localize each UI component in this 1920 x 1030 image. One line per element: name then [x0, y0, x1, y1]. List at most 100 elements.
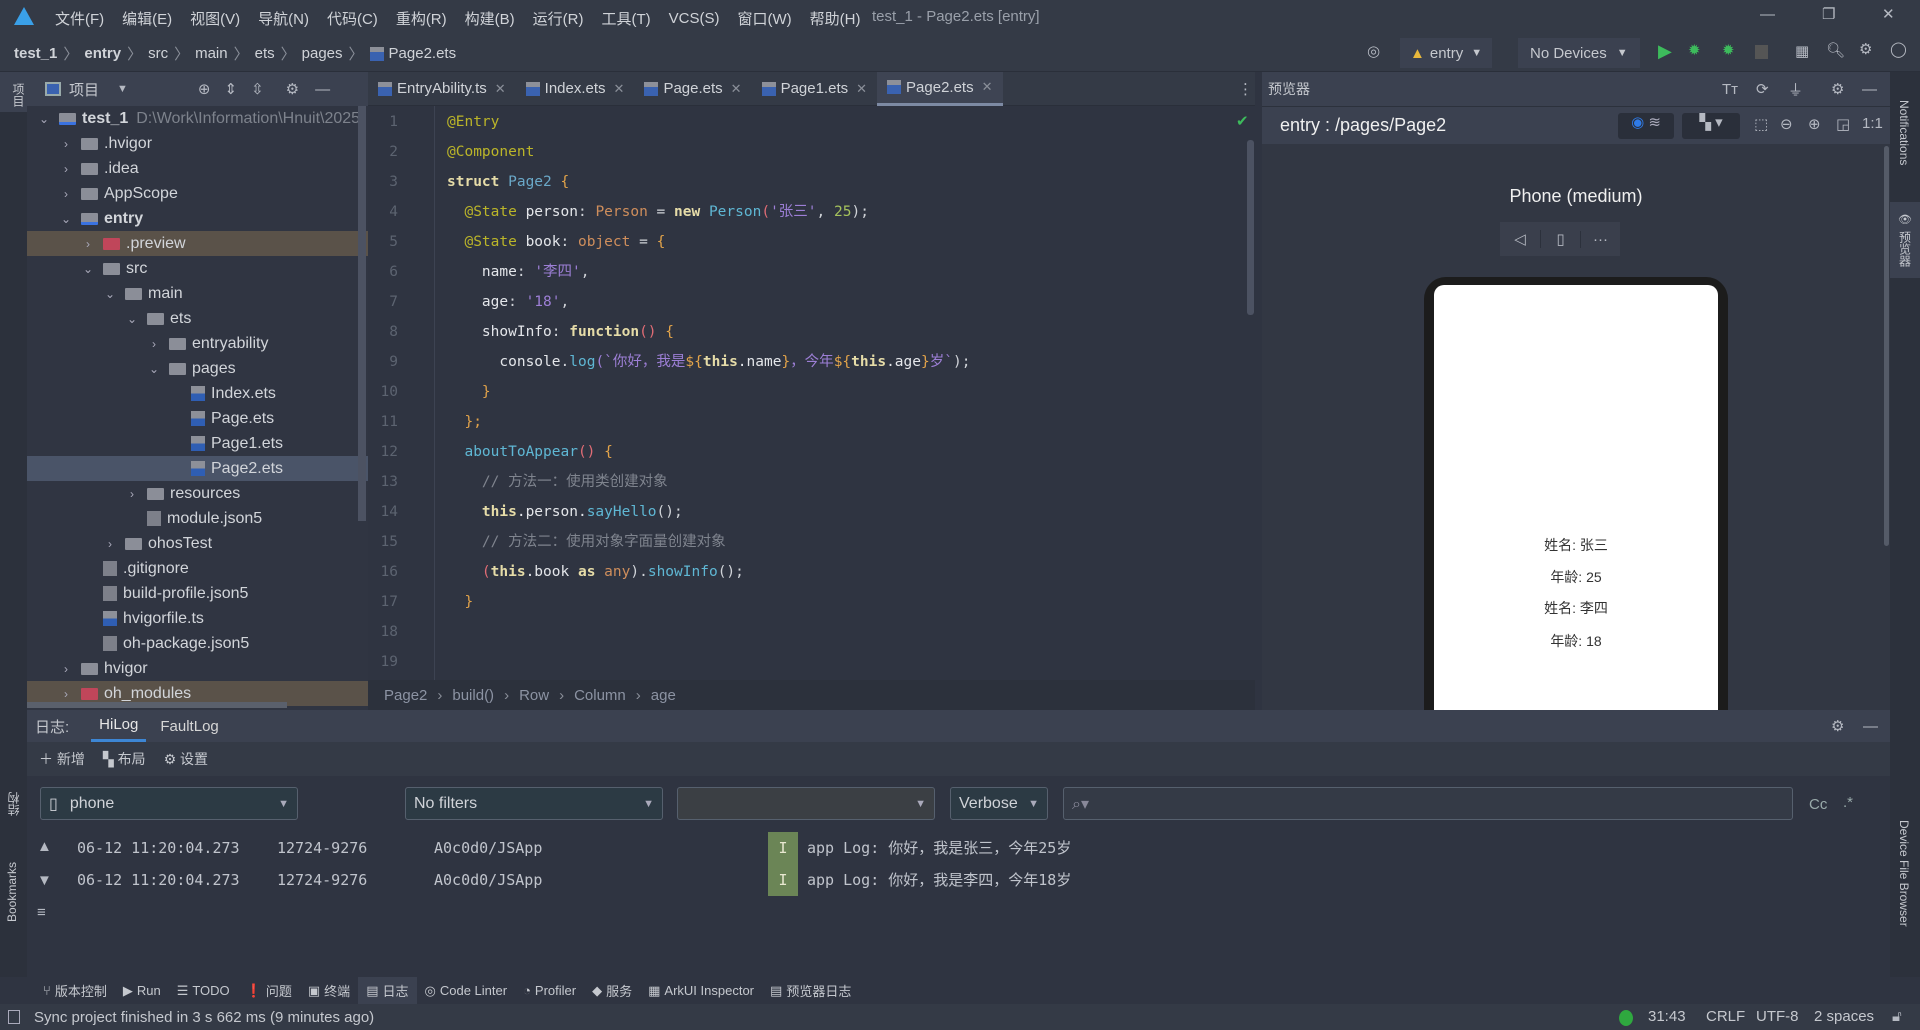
structure-crumb[interactable]: age: [651, 687, 676, 704]
soft-wrap-icon[interactable]: ≡: [37, 904, 46, 921]
menu-item[interactable]: 窗口(W): [737, 8, 791, 29]
debug-icon[interactable]: ✹: [1688, 41, 1701, 59]
tab-hilog[interactable]: HiLog: [91, 710, 147, 742]
tree-scrollbar[interactable]: [358, 106, 366, 521]
bookmarks-tool-button[interactable]: Bookmarks: [5, 862, 19, 922]
tool-window-3[interactable]: ❗ 问题: [238, 977, 300, 1004]
project-structure-icon[interactable]: ▦: [1795, 42, 1809, 60]
previewer-tool-button[interactable]: 👁︎ 预览器: [1890, 202, 1920, 278]
attach-debugger-icon[interactable]: ✹: [1722, 41, 1735, 59]
lock-icon[interactable]: 🔓︎: [1892, 1008, 1902, 1025]
close-tab-icon[interactable]: ✕: [982, 79, 993, 95]
chevron-right-icon[interactable]: ›: [125, 487, 139, 501]
chevron-right-icon[interactable]: ›: [59, 137, 73, 151]
phone-screen[interactable]: 姓名: 张三 年龄: 25 姓名: 李四 年龄: 18: [1434, 285, 1718, 710]
locate-icon[interactable]: ◎: [1367, 42, 1380, 60]
breadcrumb-item[interactable]: main: [195, 45, 228, 62]
expand-all-icon[interactable]: ⇕: [224, 80, 237, 98]
structure-crumb[interactable]: Page2: [384, 687, 427, 704]
tree-item[interactable]: › .hvigor: [27, 131, 368, 156]
settings-button[interactable]: ⚙ 设置: [164, 749, 208, 769]
menu-item[interactable]: 文件(F): [55, 8, 104, 29]
project-tool-button[interactable]: 项目: [0, 72, 27, 112]
close-tab-icon[interactable]: ✕: [614, 81, 625, 97]
file-encoding[interactable]: UTF-8: [1756, 1008, 1799, 1025]
code-editor[interactable]: 1 @Entry 2 @Component 3 struct Page2 {4 @Stat…: [368, 106, 1255, 680]
tab-page-ets[interactable]: Page.ets ✕: [634, 72, 751, 106]
tree-item[interactable]: › resources: [27, 481, 368, 506]
chevron-right-icon[interactable]: ›: [147, 337, 161, 351]
tree-item[interactable]: hvigorfile.ts: [27, 606, 368, 631]
editor-scrollbar[interactable]: [1247, 140, 1254, 315]
select-opened-file-icon[interactable]: ⊕: [198, 80, 211, 98]
settings-icon[interactable]: ⚙: [1831, 717, 1844, 735]
log-message[interactable]: app Log: 你好，我是李四，今年18岁: [807, 865, 1071, 895]
breadcrumb-item[interactable]: ets: [255, 45, 275, 62]
chevron-down-icon[interactable]: ⌄: [37, 112, 51, 126]
tab-index-ets[interactable]: Index.ets ✕: [516, 72, 635, 106]
font-size-icon[interactable]: Tт: [1722, 81, 1738, 98]
tree-item[interactable]: › .idea: [27, 156, 368, 181]
status-panel-icon[interactable]: [8, 1010, 20, 1024]
regex-toggle[interactable]: .*: [1843, 794, 1853, 811]
chevron-down-icon[interactable]: ⌄: [147, 362, 161, 376]
more-icon[interactable]: ···: [1580, 230, 1620, 248]
tree-item[interactable]: Page2.ets: [27, 456, 368, 481]
chevron-down-icon[interactable]: ▼: [117, 83, 128, 95]
tree-item[interactable]: Page.ets: [27, 406, 368, 431]
fit-icon[interactable]: ⬚: [1754, 115, 1768, 133]
scroll-down-icon[interactable]: ▼: [37, 872, 52, 889]
tab-page1-ets[interactable]: Page1.ets ✕: [752, 72, 877, 106]
plug-icon[interactable]: ⏚: [1788, 79, 1803, 100]
match-case-toggle[interactable]: Cc: [1809, 796, 1827, 813]
log-level-select[interactable]: Verbose ▼: [950, 787, 1048, 820]
hide-icon[interactable]: —: [1863, 718, 1878, 735]
component-tree-icon[interactable]: ▚ ▾: [1682, 113, 1740, 139]
tree-item[interactable]: › .preview: [27, 231, 368, 256]
breadcrumb-item[interactable]: src: [148, 45, 168, 62]
tool-window-8[interactable]: ◆ 服务: [584, 977, 640, 1004]
menu-item[interactable]: 代码(C): [327, 8, 378, 29]
tool-window-2[interactable]: ☰ TODO: [169, 977, 238, 1004]
tree-horizontal-scrollbar[interactable]: [27, 702, 287, 708]
structure-crumb[interactable]: build(): [452, 687, 494, 704]
tab-faultlog[interactable]: FaultLog: [160, 718, 218, 735]
menu-item[interactable]: 编辑(E): [122, 8, 172, 29]
caret-position[interactable]: 31:43: [1648, 1008, 1686, 1025]
indent-setting[interactable]: 2 spaces: [1814, 1008, 1874, 1025]
tree-item[interactable]: .gitignore: [27, 556, 368, 581]
chevron-right-icon[interactable]: ›: [81, 237, 95, 251]
structure-tool-button[interactable]: 结构: [5, 792, 22, 816]
chevron-down-icon[interactable]: ⌄: [81, 262, 95, 276]
breadcrumb-item[interactable]: pages: [302, 45, 343, 62]
breadcrumb-item[interactable]: Page2.ets: [389, 45, 457, 62]
tree-item[interactable]: Page1.ets: [27, 431, 368, 456]
close-tab-icon[interactable]: ✕: [495, 81, 506, 97]
tool-window-10[interactable]: ▤ 预览器日志: [762, 977, 859, 1004]
minimize-button[interactable]: —: [1760, 6, 1775, 23]
menu-item[interactable]: 帮助(H): [810, 8, 861, 29]
tree-item[interactable]: Index.ets: [27, 381, 368, 406]
actual-size-icon[interactable]: 1:1: [1862, 115, 1883, 132]
breadcrumb-item[interactable]: test_1: [14, 45, 57, 62]
tree-item[interactable]: › AppScope: [27, 181, 368, 206]
tree-item[interactable]: ⌄ main: [27, 281, 368, 306]
add-button[interactable]: ＋ 新增: [39, 749, 85, 769]
menu-item[interactable]: 工具(T): [601, 8, 650, 29]
gear-icon[interactable]: ⚙: [286, 80, 299, 98]
zoom-out-icon[interactable]: ⊖: [1780, 115, 1793, 133]
account-icon[interactable]: ◯: [1890, 40, 1907, 58]
tree-item[interactable]: build-profile.json5: [27, 581, 368, 606]
tree-item[interactable]: ⌄ src: [27, 256, 368, 281]
device-file-browser-button[interactable]: Device File Browser: [1897, 820, 1911, 927]
chevron-down-icon[interactable]: ⌄: [103, 287, 117, 301]
chevron-right-icon[interactable]: ›: [59, 662, 73, 676]
menu-item[interactable]: 构建(B): [465, 8, 515, 29]
chevron-down-icon[interactable]: ⌄: [59, 212, 73, 226]
tab-entryability-ts[interactable]: EntryAbility.ts ✕: [368, 72, 516, 106]
tool-window-9[interactable]: ▦ ArkUI Inspector: [640, 977, 762, 1004]
menu-item[interactable]: 运行(R): [533, 8, 584, 29]
menu-item[interactable]: 视图(V): [190, 8, 240, 29]
tree-item[interactable]: module.json5: [27, 506, 368, 531]
rotate-icon[interactable]: ▯: [1540, 230, 1580, 248]
